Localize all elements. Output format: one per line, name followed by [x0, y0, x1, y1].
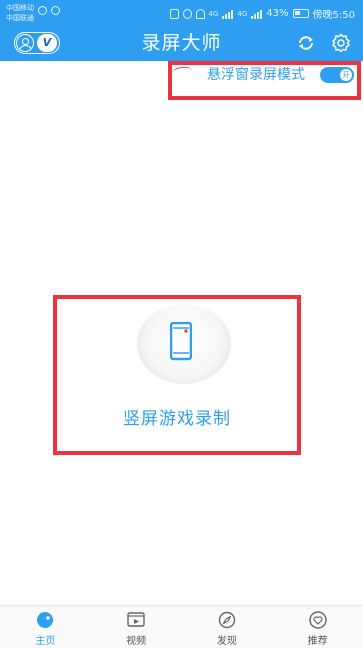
gear-icon[interactable]	[331, 33, 351, 53]
network-type-1: 4G	[208, 9, 219, 18]
status-bar: 中国移动 中国联通 4G 4G 43% 傍晚5:50	[0, 0, 363, 25]
vip-badge: V	[37, 34, 57, 52]
video-icon	[127, 612, 145, 627]
compass-icon	[218, 611, 236, 629]
nav-item-discover[interactable]: 发现	[182, 606, 273, 648]
bottom-nav: 主页 视频 发现 推荐	[0, 605, 363, 648]
status-time: 傍晚5:50	[312, 10, 355, 21]
user-icon	[16, 34, 34, 52]
user-vip-toggle[interactable]: V	[14, 32, 60, 54]
status-left-icons	[38, 6, 60, 15]
wifi-icon	[195, 8, 205, 19]
nav-item-video[interactable]: 视频	[91, 606, 182, 648]
nav-item-recommend[interactable]: 推荐	[272, 606, 363, 648]
battery-percent: 43%	[266, 8, 289, 19]
signal-icon-1	[222, 9, 234, 19]
highlight-box-float-mode	[168, 61, 361, 100]
home-icon	[37, 612, 54, 628]
carrier-2: 中国联通	[6, 14, 34, 22]
refresh-icon[interactable]	[297, 34, 315, 52]
highlight-box-record	[53, 295, 301, 455]
notification-icon	[51, 6, 60, 15]
sync-icon	[38, 6, 47, 15]
network-type-2: 4G	[237, 9, 248, 18]
app-header: 录屏大师 V	[0, 25, 363, 61]
signal-icon-2	[251, 9, 263, 19]
nav-item-home[interactable]: 主页	[0, 606, 91, 648]
battery-icon	[292, 9, 309, 18]
nav-label-recommend: 推荐	[307, 636, 328, 647]
nav-label-home: 主页	[35, 636, 56, 647]
carrier-info: 中国移动 中国联通	[6, 3, 34, 23]
nav-label-video: 视频	[126, 636, 147, 647]
heart-icon	[308, 611, 327, 629]
nav-label-discover: 发现	[216, 636, 237, 647]
alarm-icon	[182, 8, 192, 19]
carrier-1: 中国移动	[6, 4, 34, 12]
vibrate-icon	[169, 8, 179, 19]
status-right: 4G 4G 43% 傍晚5:50	[169, 6, 355, 21]
